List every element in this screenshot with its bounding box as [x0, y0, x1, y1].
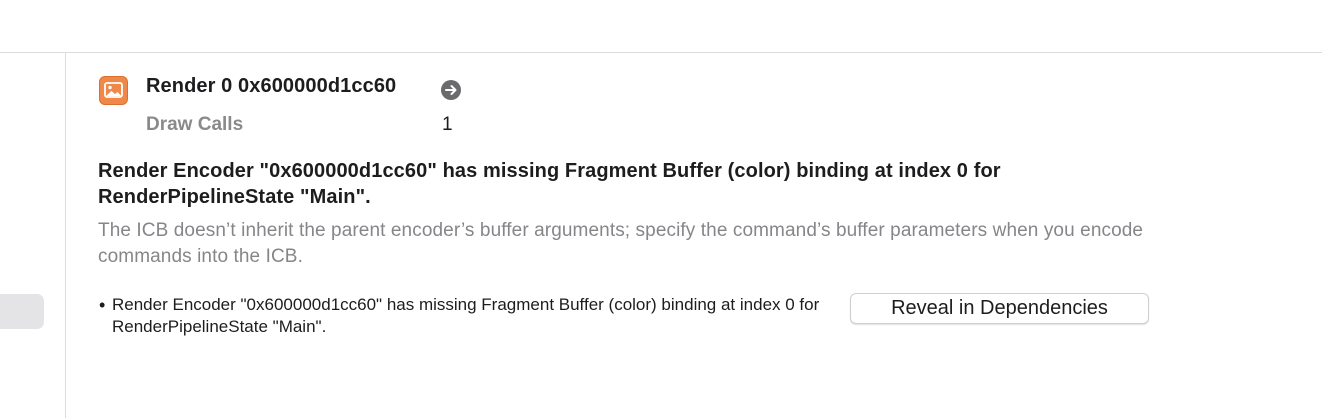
reveal-in-dependencies-button[interactable]: Reveal in Dependencies [850, 293, 1149, 324]
encoder-title: Render 0 0x600000d1cc60 [146, 75, 397, 97]
issue-title: Render Encoder "0x600000d1cc60" has miss… [98, 160, 1001, 208]
issue-description: The ICB doesn’t inherit the parent encod… [98, 220, 1144, 267]
image-icon [99, 76, 128, 105]
sidebar [0, 53, 66, 418]
issue-detail-panel: Render 0 0x600000d1cc60 Draw Calls 1 Ren… [66, 53, 1322, 418]
arrow-right-circle-icon[interactable] [440, 79, 462, 101]
top-toolbar-area [0, 0, 1322, 53]
sidebar-selected-item[interactable] [0, 294, 44, 329]
issue-bullet-item: Render Encoder "0x600000d1cc60" has miss… [112, 295, 820, 336]
draw-calls-label: Draw Calls [146, 114, 244, 135]
bullet-marker: • [99, 295, 106, 315]
draw-calls-value: 1 [442, 114, 453, 135]
